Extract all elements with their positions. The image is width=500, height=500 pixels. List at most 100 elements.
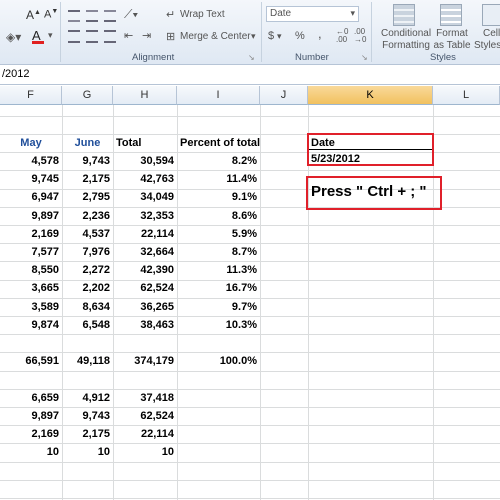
data-cell-percent[interactable]: 16.7% bbox=[177, 279, 260, 297]
data-cell-percent[interactable]: 9.7% bbox=[177, 298, 260, 316]
conditional-formatting-icon[interactable] bbox=[393, 4, 415, 26]
data-cell-june[interactable]: 2,236 bbox=[62, 207, 113, 225]
data-cell-percent[interactable]: 11.3% bbox=[177, 261, 260, 279]
align-middle-icon[interactable] bbox=[86, 10, 98, 22]
font-color-icon[interactable]: A bbox=[32, 28, 44, 44]
stat-cell-total[interactable]: 62,524 bbox=[113, 407, 177, 425]
merge-center-button[interactable]: Merge & Center bbox=[180, 31, 251, 43]
increase-font-size-icon[interactable]: A▲ bbox=[26, 8, 41, 22]
header-percent-of-total[interactable]: Percent of total bbox=[177, 134, 260, 152]
stat-cell-may[interactable]: 2,169 bbox=[0, 425, 62, 443]
cell-styles-icon[interactable] bbox=[482, 4, 500, 26]
stat-cell-total[interactable]: 22,114 bbox=[113, 425, 177, 443]
alignment-dialog-launcher-icon[interactable]: ↘ bbox=[248, 53, 255, 62]
data-cell-june[interactable]: 8,634 bbox=[62, 298, 113, 316]
data-cell-total[interactable]: 32,664 bbox=[113, 243, 177, 261]
stat-cell-may[interactable]: 10 bbox=[0, 443, 62, 461]
align-right-icon[interactable] bbox=[104, 30, 116, 43]
font-color-dropdown-icon[interactable]: ▾ bbox=[48, 30, 53, 41]
data-cell-percent[interactable]: 10.3% bbox=[177, 316, 260, 334]
data-cell-june[interactable]: 2,795 bbox=[62, 188, 113, 206]
column-header-i[interactable]: I bbox=[177, 86, 260, 105]
increase-indent-icon[interactable]: ⇥ bbox=[142, 29, 151, 42]
number-format-select[interactable]: Date ▾ bbox=[266, 6, 359, 22]
number-dialog-launcher-icon[interactable]: ↘ bbox=[361, 53, 368, 62]
stat-cell-may[interactable]: 9,897 bbox=[0, 407, 62, 425]
comma-button[interactable]: , bbox=[318, 27, 322, 40]
data-cell-may[interactable]: 3,589 bbox=[0, 298, 62, 316]
data-cell-may[interactable]: 6,947 bbox=[0, 188, 62, 206]
align-bottom-icon[interactable] bbox=[104, 10, 116, 22]
decrease-font-size-icon[interactable]: A▼ bbox=[44, 8, 58, 21]
data-cell-june[interactable]: 9,743 bbox=[62, 152, 113, 170]
format-as-table-icon[interactable] bbox=[440, 4, 462, 26]
total-cell-june[interactable]: 49,118 bbox=[62, 352, 113, 370]
data-cell-may[interactable]: 7,577 bbox=[0, 243, 62, 261]
data-cell-june[interactable]: 4,537 bbox=[62, 225, 113, 243]
header-june[interactable]: June bbox=[62, 134, 113, 152]
currency-button[interactable]: $ bbox=[268, 30, 274, 42]
column-header-l[interactable]: L bbox=[433, 86, 500, 105]
data-cell-may[interactable]: 8,550 bbox=[0, 261, 62, 279]
total-cell-total[interactable]: 374,179 bbox=[113, 352, 177, 370]
stat-cell-june[interactable]: 9,743 bbox=[62, 407, 113, 425]
data-cell-percent[interactable]: 8.6% bbox=[177, 207, 260, 225]
data-cell-june[interactable]: 2,175 bbox=[62, 170, 113, 188]
stat-cell-june[interactable]: 10 bbox=[62, 443, 113, 461]
stat-cell-june[interactable]: 2,175 bbox=[62, 425, 113, 443]
format-as-table-button[interactable]: Format as Table bbox=[432, 28, 472, 52]
data-cell-total[interactable]: 42,763 bbox=[113, 170, 177, 188]
merge-dropdown-icon[interactable]: ▾ bbox=[251, 31, 256, 42]
wrap-text-icon[interactable]: ↵ bbox=[166, 8, 175, 21]
data-cell-percent[interactable]: 5.9% bbox=[177, 225, 260, 243]
data-cell-june[interactable]: 6,548 bbox=[62, 316, 113, 334]
currency-dropdown-icon[interactable]: ▾ bbox=[277, 31, 282, 42]
align-left-icon[interactable] bbox=[68, 30, 80, 43]
header-may[interactable]: May bbox=[0, 134, 62, 152]
data-cell-total[interactable]: 30,594 bbox=[113, 152, 177, 170]
fill-color-icon[interactable]: ◈▾ bbox=[6, 30, 21, 44]
column-header-j[interactable]: J bbox=[260, 86, 308, 105]
stat-cell-june[interactable]: 4,912 bbox=[62, 389, 113, 407]
data-cell-total[interactable]: 22,114 bbox=[113, 225, 177, 243]
data-cell-total[interactable]: 34,049 bbox=[113, 188, 177, 206]
wrap-text-button[interactable]: Wrap Text bbox=[180, 9, 225, 21]
merge-center-icon[interactable]: ⊞ bbox=[166, 30, 175, 43]
data-cell-may[interactable]: 4,578 bbox=[0, 152, 62, 170]
align-center-icon[interactable] bbox=[86, 30, 98, 43]
data-cell-june[interactable]: 2,272 bbox=[62, 261, 113, 279]
column-header-f[interactable]: F bbox=[0, 86, 62, 105]
total-cell-may[interactable]: 66,591 bbox=[0, 352, 62, 370]
conditional-formatting-button[interactable]: Conditional Formatting bbox=[381, 28, 431, 52]
cell-styles-button[interactable]: Cell Styles bbox=[474, 28, 500, 52]
decrease-decimal-icon[interactable]: .00 →0 bbox=[354, 28, 366, 44]
data-cell-may[interactable]: 3,665 bbox=[0, 279, 62, 297]
column-header-h[interactable]: H bbox=[113, 86, 177, 105]
data-cell-may[interactable]: 9,745 bbox=[0, 170, 62, 188]
data-cell-may[interactable]: 9,874 bbox=[0, 316, 62, 334]
total-cell-percent[interactable]: 100.0% bbox=[177, 352, 260, 370]
data-cell-percent[interactable]: 8.2% bbox=[177, 152, 260, 170]
header-total[interactable]: Total bbox=[113, 134, 177, 152]
data-cell-may[interactable]: 9,897 bbox=[0, 207, 62, 225]
data-cell-total[interactable]: 62,524 bbox=[113, 279, 177, 297]
data-cell-june[interactable]: 2,202 bbox=[62, 279, 113, 297]
column-header-g[interactable]: G bbox=[62, 86, 113, 105]
percent-button[interactable]: % bbox=[295, 30, 305, 42]
stat-cell-total[interactable]: 37,418 bbox=[113, 389, 177, 407]
data-cell-total[interactable]: 36,265 bbox=[113, 298, 177, 316]
data-cell-percent[interactable]: 8.7% bbox=[177, 243, 260, 261]
decrease-indent-icon[interactable]: ⇤ bbox=[124, 29, 133, 42]
increase-decimal-icon[interactable]: ←0.00 bbox=[336, 28, 348, 44]
data-cell-total[interactable]: 42,390 bbox=[113, 261, 177, 279]
data-cell-total[interactable]: 32,353 bbox=[113, 207, 177, 225]
formula-bar[interactable]: /2012 bbox=[0, 65, 500, 85]
data-cell-june[interactable]: 7,976 bbox=[62, 243, 113, 261]
orientation-icon[interactable]: ⟋▾ bbox=[124, 7, 138, 22]
column-header-k[interactable]: K bbox=[308, 86, 433, 105]
align-top-icon[interactable] bbox=[68, 10, 80, 22]
data-cell-may[interactable]: 2,169 bbox=[0, 225, 62, 243]
data-cell-percent[interactable]: 9.1% bbox=[177, 188, 260, 206]
data-cell-percent[interactable]: 11.4% bbox=[177, 170, 260, 188]
stat-cell-may[interactable]: 6,659 bbox=[0, 389, 62, 407]
